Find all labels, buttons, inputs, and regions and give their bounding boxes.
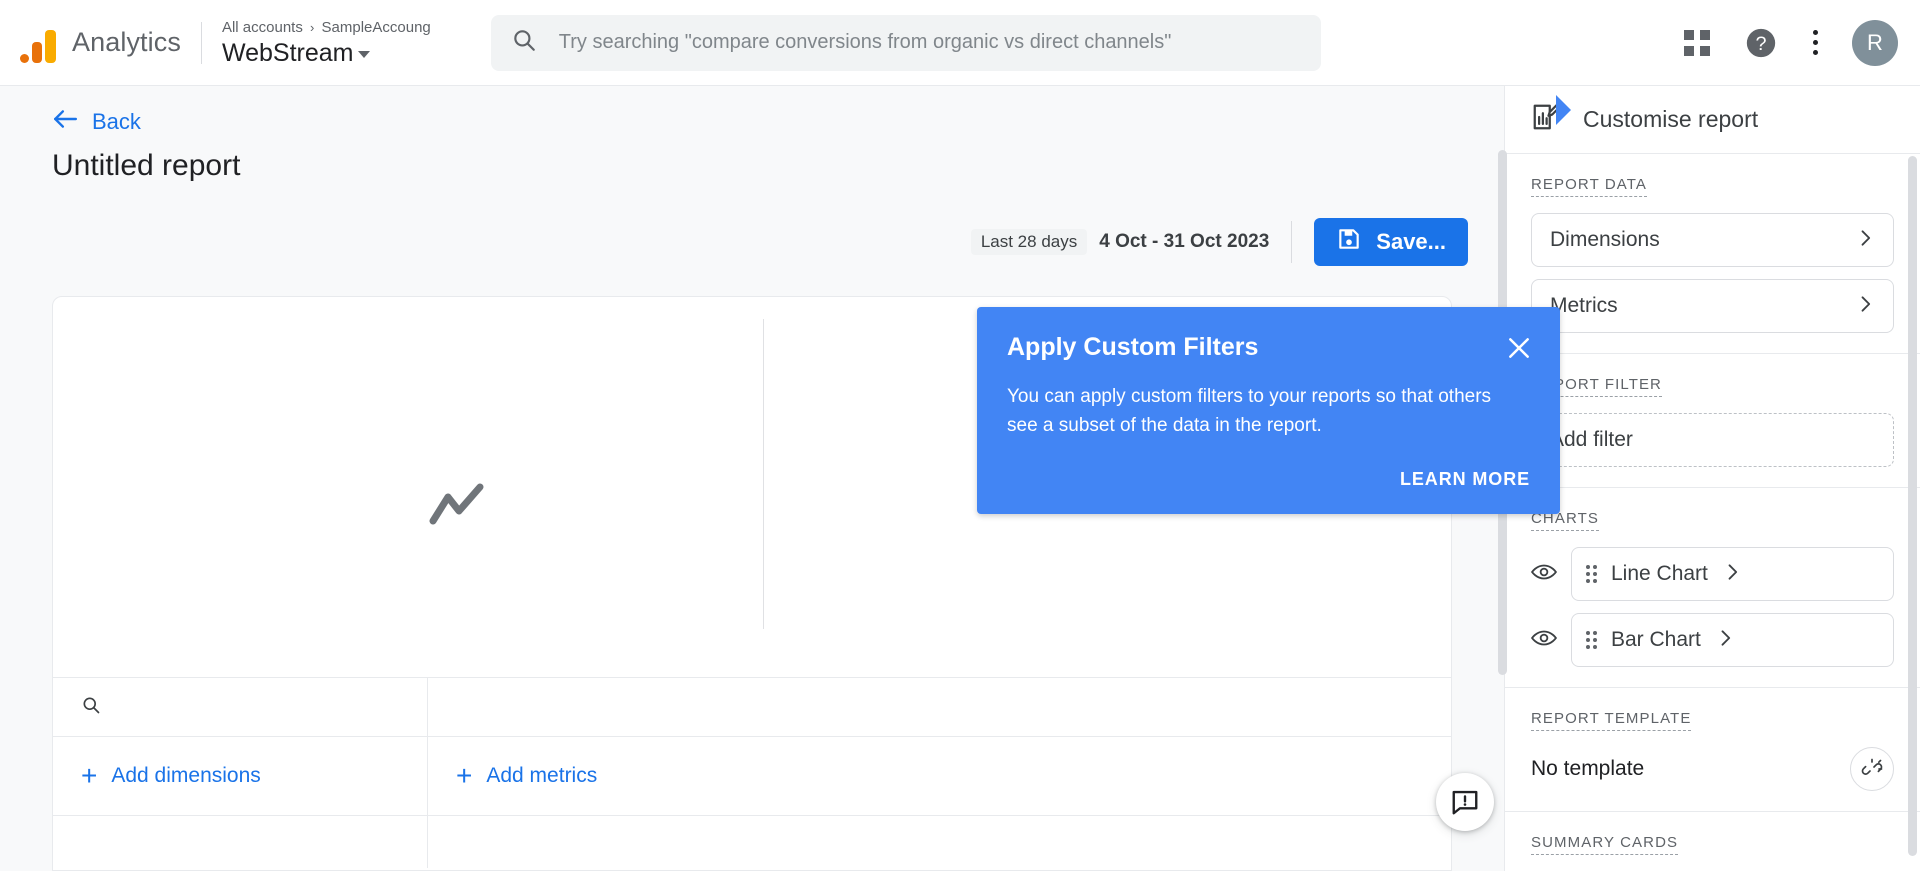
topbar-actions: ? R: [1684, 19, 1898, 66]
kebab-more-icon[interactable]: [1812, 30, 1818, 55]
table-metrics-header-cell: [428, 678, 1451, 736]
search-icon: [511, 27, 537, 58]
search-input[interactable]: [558, 31, 1301, 54]
table-empty-dim-cell: [53, 816, 428, 868]
add-filter-label: Add filter: [1550, 428, 1633, 451]
breadcrumb-separator-icon: ›: [310, 19, 315, 35]
arrow-left-icon: [52, 108, 78, 135]
breadcrumb-all-accounts: All accounts: [221, 18, 303, 36]
search-icon[interactable]: [81, 695, 101, 720]
section-report-template: REPORT TEMPLATE No template: [1505, 688, 1920, 812]
brand-name: Analytics: [72, 27, 181, 57]
close-x-icon[interactable]: [1506, 335, 1532, 361]
add-dimensions-label: Add dimensions: [111, 764, 261, 787]
learn-more-button[interactable]: LEARN MORE: [1400, 469, 1530, 489]
plus-icon: +: [456, 760, 473, 791]
drag-handle-icon[interactable]: [1586, 565, 1597, 583]
table-empty-met-cell: [428, 816, 1451, 868]
panel-item-line-chart[interactable]: Line Chart: [1571, 547, 1894, 601]
add-metrics-label: Add metrics: [486, 764, 598, 787]
svg-text:?: ?: [1755, 33, 1766, 55]
chart-row-line-chart: Line Chart: [1530, 547, 1894, 601]
chart-row-bar-chart: Bar Chart: [1530, 613, 1894, 667]
section-report-filter: REPORT FILTER Add filter: [1505, 354, 1920, 488]
line-chart-label: Line Chart: [1611, 562, 1708, 585]
coachmark-pointer-arrow: [1556, 95, 1571, 125]
account-selector[interactable]: All accounts › SampleAccoung WebStream: [222, 18, 431, 68]
save-button-label: Save...: [1376, 229, 1446, 254]
chevron-down-icon[interactable]: [358, 51, 371, 58]
plus-icon: +: [81, 760, 98, 791]
report-toolbar: Last 28 days 4 Oct - 31 Oct 2023 Save...: [970, 218, 1468, 266]
chevron-right-icon: [1715, 628, 1735, 653]
add-metrics-button[interactable]: + Add metrics: [456, 762, 597, 790]
back-label: Back: [92, 108, 141, 134]
section-label-report-template: REPORT TEMPLATE: [1531, 710, 1692, 731]
add-dimensions-button[interactable]: + Add dimensions: [81, 762, 261, 790]
add-metrics-cell[interactable]: + Add metrics: [428, 737, 1451, 815]
section-summary-cards: SUMMARY CARDS + Create new card: [1505, 812, 1920, 871]
section-report-data: REPORT DATA Dimensions Metrics: [1505, 154, 1920, 354]
line-chart-zigzag-icon: [428, 482, 486, 531]
template-row: No template: [1531, 747, 1894, 791]
coachmark-apply-custom-filters: Apply Custom Filters You can apply custo…: [977, 307, 1560, 514]
template-name: No template: [1531, 757, 1645, 780]
feedback-button[interactable]: [1436, 773, 1494, 831]
panel-item-metrics[interactable]: Metrics: [1531, 279, 1894, 333]
dimensions-label: Dimensions: [1550, 228, 1660, 251]
toolbar-divider: [1291, 221, 1293, 263]
section-label-summary-cards: SUMMARY CARDS: [1531, 834, 1679, 855]
eye-visible-icon[interactable]: [1530, 628, 1558, 653]
chevron-right-icon: [1855, 294, 1875, 319]
breadcrumb: All accounts › SampleAccoung: [222, 18, 431, 38]
table-add-row: + Add dimensions + Add metrics: [53, 736, 1451, 815]
report-table: + Add dimensions + Add metrics: [53, 677, 1451, 868]
add-dimensions-cell[interactable]: + Add dimensions: [53, 737, 428, 815]
page-title: Untitled report: [52, 149, 241, 182]
google-analytics-logo-icon: [18, 23, 58, 63]
save-disk-icon: [1336, 226, 1362, 258]
eye-visible-icon[interactable]: [1530, 562, 1558, 587]
panel-item-dimensions[interactable]: Dimensions: [1531, 213, 1894, 267]
panel-title: Customise report: [1583, 106, 1759, 132]
date-preset-badge: Last 28 days: [970, 229, 1088, 255]
section-charts: CHARTS Line Chart Bar Chart: [1505, 488, 1920, 688]
panel-scrollbar-right-thumb[interactable]: [1908, 156, 1917, 856]
back-button[interactable]: Back: [52, 108, 141, 135]
unlink-template-icon[interactable]: [1850, 747, 1894, 791]
coachmark-title: Apply Custom Filters: [1007, 333, 1259, 361]
breadcrumb-account-name: SampleAccoung: [321, 18, 431, 36]
add-filter-button[interactable]: Add filter: [1531, 413, 1894, 467]
date-range-picker[interactable]: Last 28 days 4 Oct - 31 Oct 2023: [970, 229, 1270, 255]
table-empty-row: [53, 815, 1451, 868]
drag-handle-icon[interactable]: [1586, 631, 1597, 649]
panel-scrollbar-right[interactable]: [1908, 156, 1917, 856]
section-label-report-data: REPORT DATA: [1531, 176, 1648, 197]
coachmark-actions: LEARN MORE: [1400, 469, 1530, 490]
table-header-row: [53, 677, 1451, 736]
customise-report-panel: Customise report REPORT DATA Dimensions …: [1498, 86, 1920, 871]
panel-item-bar-chart[interactable]: Bar Chart: [1571, 613, 1894, 667]
property-selector[interactable]: WebStream: [222, 38, 431, 68]
bar-chart-label: Bar Chart: [1611, 628, 1701, 651]
chevron-right-icon: [1855, 228, 1875, 253]
help-question-icon[interactable]: ?: [1744, 26, 1778, 60]
date-range-text: 4 Oct - 31 Oct 2023: [1099, 231, 1270, 252]
chart-vertical-divider: [763, 319, 764, 629]
property-name: WebStream: [221, 38, 354, 67]
avatar[interactable]: R: [1852, 19, 1898, 66]
top-app-bar: Analytics All accounts › SampleAccoung W…: [0, 0, 1920, 86]
coachmark-body: You can apply custom filters to your rep…: [1007, 386, 1492, 436]
header-divider: [200, 21, 202, 64]
global-search[interactable]: [490, 14, 1321, 71]
metrics-label: Metrics: [1550, 294, 1618, 317]
table-search-cell[interactable]: [53, 678, 428, 736]
chevron-right-icon: [1722, 562, 1742, 587]
save-button[interactable]: Save...: [1314, 218, 1468, 266]
apps-grid-icon[interactable]: [1684, 29, 1710, 56]
